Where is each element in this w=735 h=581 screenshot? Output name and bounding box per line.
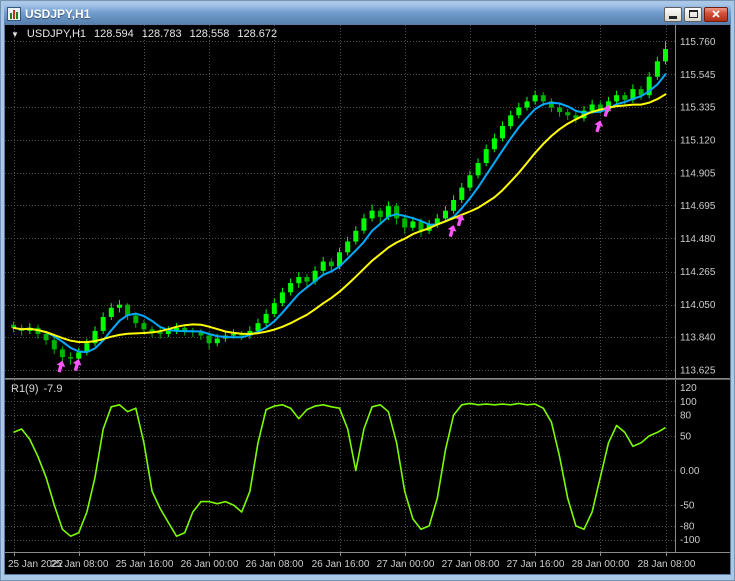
svg-text:115.760: 115.760 [680,37,716,48]
svg-text:26 Jan 16:00: 26 Jan 16:00 [312,559,370,570]
svg-text:114.695: 114.695 [680,201,716,212]
svg-text:28 Jan 00:00: 28 Jan 00:00 [572,559,630,570]
svg-text:25 Jan 08:00: 25 Jan 08:00 [51,559,109,570]
svg-text:120: 120 [680,383,697,394]
maximize-button[interactable] [684,6,702,22]
svg-text:114.050: 114.050 [680,300,716,311]
close-icon [712,10,720,18]
price-chart[interactable]: 115.760 115.545 115.335 115.120 114.905 114.6… [5,25,730,378]
chart-client-area: 115.760 115.545 115.335 115.120 114.905 114.6… [4,24,731,575]
svg-text:0.00: 0.00 [680,466,700,477]
maximize-icon [688,10,698,18]
svg-text:115.545: 115.545 [680,70,716,81]
price-axis-labels: 115.760 115.545 115.335 115.120 114.905 114.6… [680,37,716,377]
time-axis-labels: 25 Jan 202225 Jan 08:00 25 Jan 16:00 26 Ja… [8,553,696,570]
price-chart-panel: 115.760 115.545 115.335 115.120 114.905 114.6… [5,25,730,378]
minimize-icon [669,16,677,19]
svg-text:-100: -100 [680,535,700,546]
svg-text:114.480: 114.480 [680,234,716,245]
close-button[interactable] [704,6,728,22]
candles-layer [11,41,668,365]
svg-text:113.625: 113.625 [680,366,716,377]
svg-text:114.905: 114.905 [680,169,716,180]
window-title: USDJPY,H1 [25,7,91,21]
indicator-grid [5,380,675,552]
svg-text:-50: -50 [680,501,695,512]
svg-text:28 Jan 08:00: 28 Jan 08:00 [638,559,696,570]
svg-text:50: 50 [680,431,692,442]
svg-text:27 Jan 08:00: 27 Jan 08:00 [442,559,500,570]
svg-text:80: 80 [680,411,692,422]
svg-text:115.335: 115.335 [680,102,716,113]
signal-arrow-icon [56,360,66,373]
svg-text:100: 100 [680,397,697,408]
svg-text:26 Jan 08:00: 26 Jan 08:00 [246,559,304,570]
indicator-axis-labels: 120 100 80 50 0.00 -50 -80 -100 [680,383,700,546]
svg-text:113.840: 113.840 [680,333,716,344]
window-controls [664,6,728,22]
minimize-button[interactable] [664,6,682,22]
time-axis[interactable]: 25 Jan 202225 Jan 08:00 25 Jan 16:00 26 Ja… [5,552,730,575]
svg-text:114.265: 114.265 [680,267,716,278]
svg-text:26 Jan 00:00: 26 Jan 00:00 [181,559,239,570]
svg-text:-80: -80 [680,521,695,532]
app-icon [7,7,21,21]
oscillator-line [13,402,666,537]
svg-text:25 Jan 16:00: 25 Jan 16:00 [116,559,174,570]
signal-arrow-icon [72,359,82,372]
symbol-dropdown-icon[interactable]: ▼ [11,30,19,39]
window-titlebar[interactable]: USDJPY,H1 [4,4,731,24]
indicator-chart[interactable]: 120 100 80 50 0.00 -50 -80 -100 [5,380,730,552]
indicator-panel: 120 100 80 50 0.00 -50 -80 -100 R1(9) -7.9 [5,380,730,552]
svg-text:27 Jan 16:00: 27 Jan 16:00 [507,559,565,570]
signal-arrow-icon [594,120,604,133]
chart-window: USDJPY,H1 115.760 115.545 115.335 115.120 11… [0,0,735,581]
svg-text:27 Jan 00:00: 27 Jan 00:00 [377,559,435,570]
signal-arrow-icon [447,225,457,238]
svg-text:115.120: 115.120 [680,135,716,146]
